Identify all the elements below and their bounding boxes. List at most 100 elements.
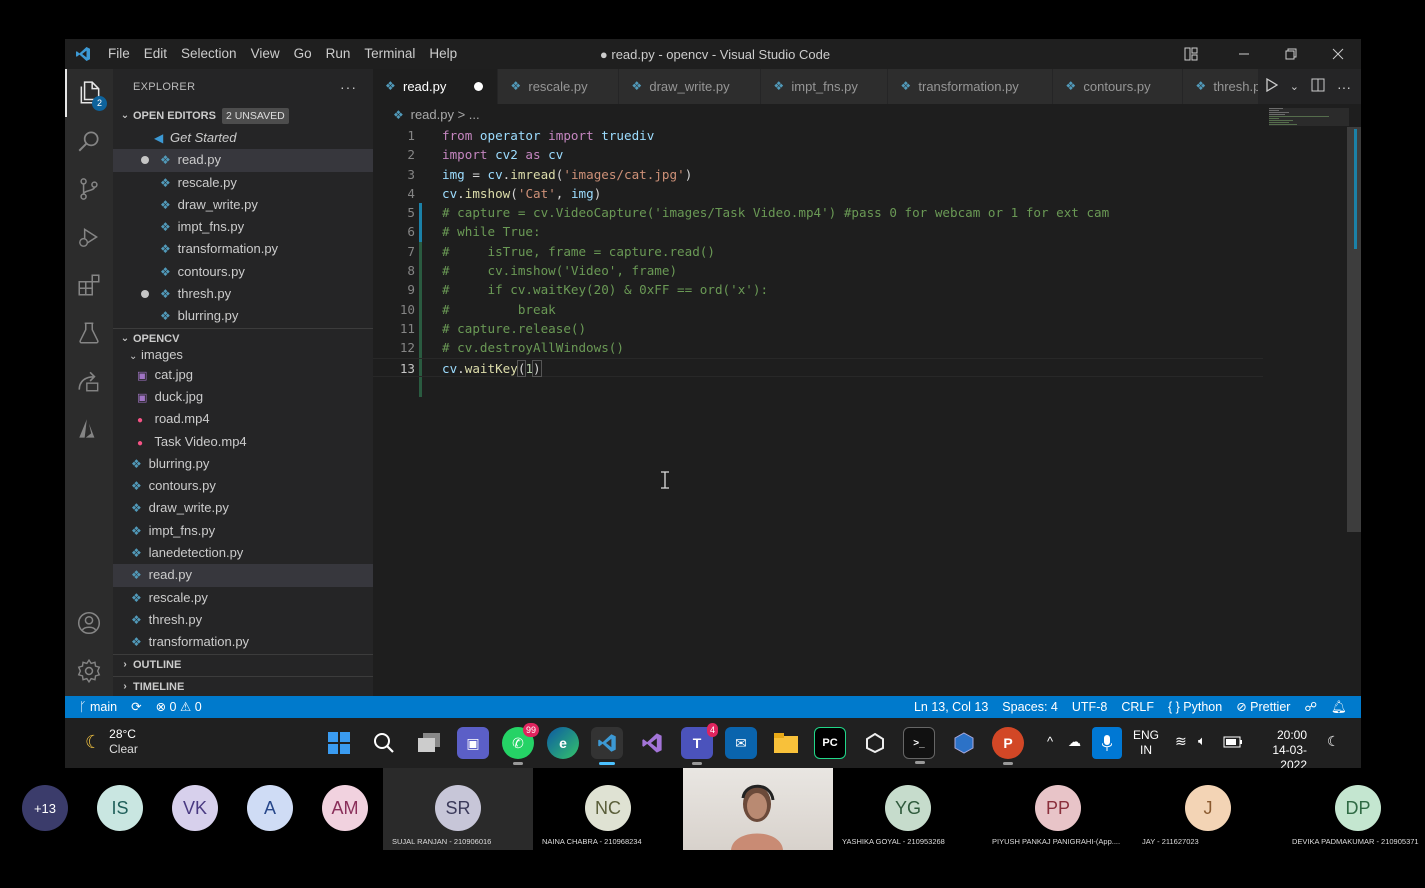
settings-gear-icon[interactable] (65, 647, 113, 695)
close-button[interactable] (1314, 39, 1361, 69)
split-editor-icon[interactable] (1311, 78, 1325, 95)
file-item[interactable]: ❖ rescale.py (113, 587, 373, 609)
tab-draw-write-py[interactable]: ❖ draw_write.py (619, 69, 762, 104)
open-editor-item[interactable]: ◀ Get Started (113, 127, 373, 149)
weather-widget[interactable]: ☾ 28°C Clear (85, 727, 138, 757)
menu-help[interactable]: Help (422, 39, 464, 69)
tab-impt-fns-py[interactable]: ❖ impt_fns.py (761, 69, 889, 104)
language-mode[interactable]: { } Python (1161, 696, 1229, 718)
open-editor-item[interactable]: ❖ blurring.py (113, 305, 373, 327)
search-icon[interactable] (65, 117, 113, 165)
windows-start-icon[interactable] (323, 727, 355, 759)
participant-avatar[interactable]: IS (97, 785, 143, 831)
remote-explorer-icon[interactable] (65, 357, 113, 405)
powerpoint-icon[interactable]: P (992, 727, 1024, 765)
focus-assist-moon-icon[interactable]: ☾ (1327, 733, 1340, 750)
explorer-icon[interactable]: 2 (65, 69, 113, 117)
open-editor-item[interactable]: ❖ impt_fns.py (113, 216, 373, 238)
menu-go[interactable]: Go (287, 39, 319, 69)
file-item[interactable]: ▣ duck.jpg (113, 386, 373, 408)
file-item[interactable]: ❖ lanedetection.py (113, 542, 373, 564)
participant-avatar[interactable]: AM (322, 785, 368, 831)
encoding-status[interactable]: UTF-8 (1065, 696, 1114, 718)
cursor-position[interactable]: Ln 13, Col 13 (907, 696, 995, 718)
volume-icon[interactable]: 🔈︎ (1198, 733, 1206, 749)
open-editor-item[interactable]: ❖ rescale.py (113, 172, 373, 194)
menu-edit[interactable]: Edit (137, 39, 174, 69)
open-editor-item[interactable]: ❖ transformation.py (113, 238, 373, 260)
code-editor[interactable]: 1 from operator import truediv 2 import cv… (373, 126, 1263, 377)
pycharm-icon[interactable]: PC (814, 727, 846, 759)
participant-tile[interactable]: DP DEVIKA PADMAKUMAR - 210905371 (1283, 768, 1425, 850)
wifi-icon[interactable]: ≋ (1175, 733, 1187, 750)
visual-studio-icon[interactable] (636, 727, 668, 759)
task-view-icon[interactable] (413, 727, 445, 759)
file-item[interactable]: ● road.mp4 (113, 408, 373, 430)
chevron-down-icon[interactable]: ⌄ (1290, 80, 1299, 93)
mail-icon[interactable]: ✉ (725, 727, 757, 759)
open-editor-item[interactable]: ❖ thresh.py (113, 283, 373, 305)
participant-tile[interactable]: J JAY - 211627023 (1133, 768, 1283, 850)
branch-status[interactable]: ᚴ main (65, 696, 124, 718)
minimap[interactable] (1269, 108, 1349, 168)
eol-status[interactable]: CRLF (1114, 696, 1161, 718)
outline-header[interactable]: › OUTLINE (113, 653, 373, 676)
open-editor-item[interactable]: ❖ contours.py (113, 261, 373, 283)
virtualbox-icon[interactable] (948, 727, 980, 759)
prettier-status[interactable]: ⊘ Prettier (1229, 696, 1297, 718)
run-debug-icon[interactable] (65, 213, 113, 261)
tab-rescale-py[interactable]: ❖ rescale.py (498, 69, 620, 104)
participant-tile[interactable]: NC NAINA CHABRA - 210968234 (533, 768, 683, 850)
source-control-icon[interactable] (65, 165, 113, 213)
menu-run[interactable]: Run (319, 39, 358, 69)
open-editor-item[interactable]: ❖ read.py (113, 149, 373, 172)
battery-icon[interactable] (1223, 735, 1243, 753)
participant-tile[interactable]: YG YASHIKA GOYAL - 210953268 (833, 768, 983, 850)
testing-icon[interactable] (65, 309, 113, 357)
azure-icon[interactable] (65, 405, 113, 453)
extensions-icon[interactable] (65, 261, 113, 309)
accounts-icon[interactable] (65, 599, 113, 647)
menu-file[interactable]: File (101, 39, 137, 69)
more-actions-icon[interactable]: ··· (340, 69, 357, 105)
participant-tile[interactable]: SR SUJAL RANJAN - 210906016 (383, 768, 533, 850)
sync-icon[interactable]: ⟳ (124, 696, 148, 718)
file-explorer-icon[interactable] (770, 727, 802, 759)
microphone-icon[interactable] (1092, 727, 1122, 759)
unity-icon[interactable] (859, 727, 891, 759)
more-actions-icon[interactable]: ··· (1337, 79, 1351, 95)
unsaved-dot-icon[interactable] (474, 82, 484, 91)
breadcrumb[interactable]: ❖ read.py > ... (373, 104, 1361, 126)
teams-chat-icon[interactable]: ▣ (457, 727, 489, 759)
file-item[interactable]: ❖ read.py (113, 564, 373, 587)
run-python-icon[interactable] (1266, 77, 1279, 95)
participant-tile[interactable]: PP PIYUSH PANKAJ PANIGRAHI-(App.... (983, 768, 1133, 850)
vscode-taskbar-icon[interactable] (591, 727, 623, 765)
notifications-bell-icon[interactable]: 🔔︎ (1324, 696, 1361, 718)
chevron-up-icon[interactable]: ^ (1047, 734, 1053, 749)
file-item[interactable]: ❖ thresh.py (113, 609, 373, 631)
feedback-icon[interactable]: ☍ (1297, 696, 1324, 718)
file-item[interactable]: ❖ draw_write.py (113, 497, 373, 519)
problems-status[interactable]: ⊗ 0 ⚠ 0 (149, 696, 209, 718)
minimize-button[interactable] (1220, 39, 1267, 69)
tab-read-py[interactable]: ❖ read.py (373, 69, 499, 104)
search-icon[interactable] (368, 727, 400, 759)
whatsapp-icon[interactable]: ✆ 99 (502, 723, 539, 765)
clock[interactable]: 20:00 14-03-2022 (1255, 728, 1307, 768)
teams-icon[interactable]: T4 (681, 723, 718, 765)
tab-contours-py[interactable]: ❖ contours.py (1053, 69, 1184, 104)
open-editors-header[interactable]: ⌄ OPEN EDITORS 2 UNSAVED (113, 105, 373, 127)
participant-avatar[interactable]: A (247, 785, 293, 831)
onedrive-icon[interactable]: ☁ (1068, 734, 1081, 750)
input-language[interactable]: ENG IN (1133, 728, 1159, 758)
timeline-header[interactable]: › TIMELINE (113, 675, 373, 696)
file-item[interactable]: ❖ blurring.py (113, 453, 373, 475)
menu-terminal[interactable]: Terminal (357, 39, 422, 69)
terminal-icon[interactable]: >_ (903, 727, 935, 764)
presenter-video-tile[interactable] (683, 768, 833, 850)
restore-button[interactable] (1267, 39, 1314, 69)
customize-layout-icon[interactable] (1173, 39, 1209, 69)
file-item[interactable]: ▣ cat.jpg (113, 364, 373, 386)
file-item[interactable]: ❖ impt_fns.py (113, 520, 373, 542)
